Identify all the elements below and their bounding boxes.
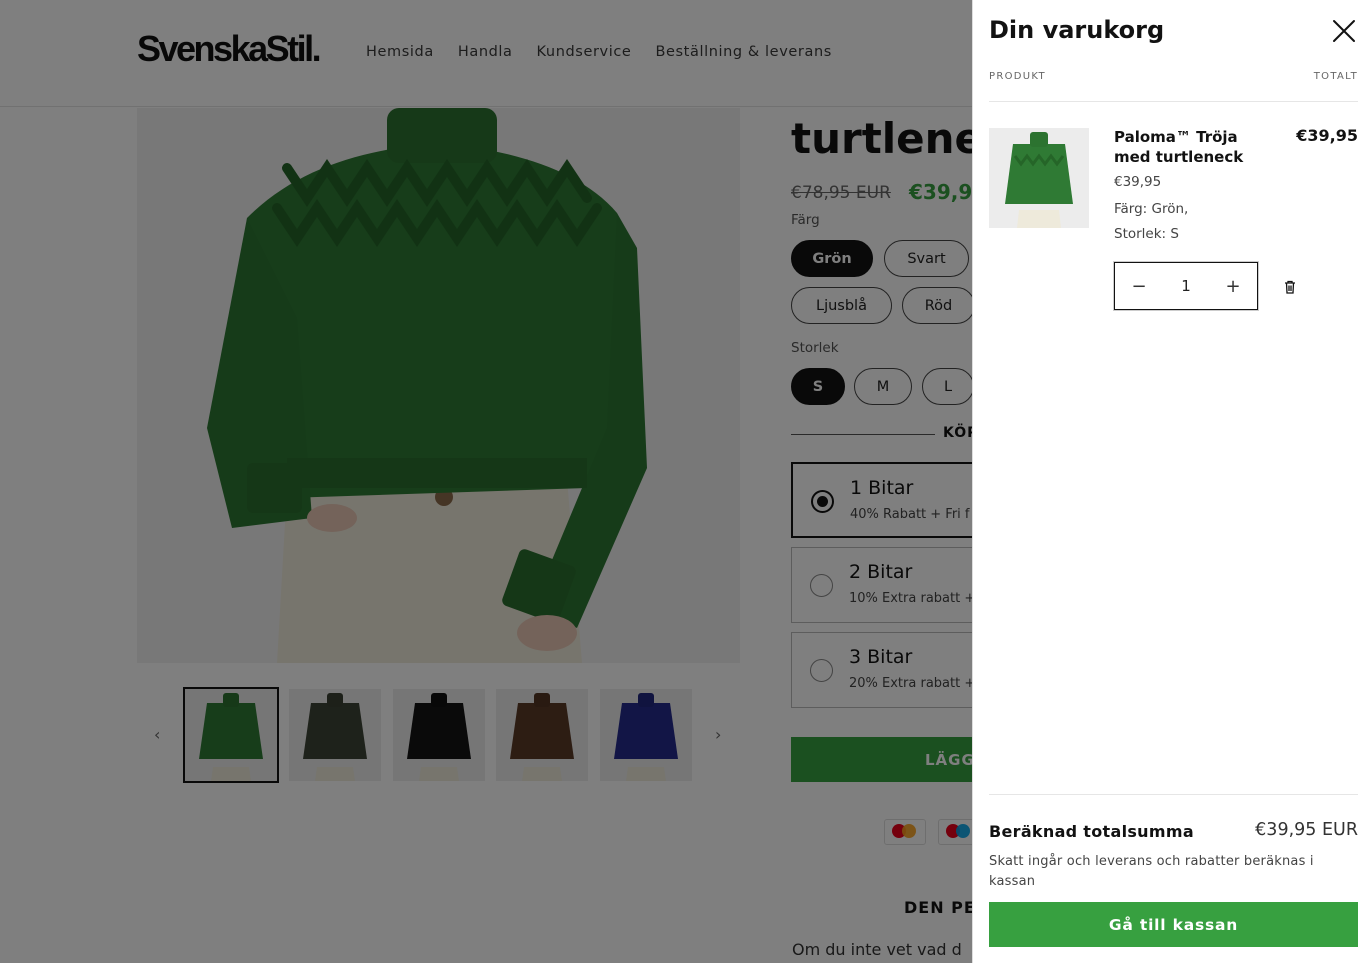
- cart-drawer: Din varukorg PRODUKT TOTALT Paloma™ Tröj…: [972, 0, 1372, 963]
- cart-item-image[interactable]: [989, 128, 1089, 228]
- cart-item-size: Storlek: S: [1114, 226, 1179, 242]
- close-icon[interactable]: [1329, 16, 1359, 46]
- divider: [989, 101, 1358, 102]
- cart-item-total: €39,95: [1296, 126, 1358, 145]
- cart-item-price: €39,95: [1114, 174, 1162, 190]
- quantity-decrease-button[interactable]: −: [1115, 276, 1163, 297]
- quantity-input[interactable]: 1: [1163, 277, 1209, 295]
- subtotal-value: €39,95 EUR: [1255, 820, 1358, 840]
- subtotal-label: Beräknad totalsumma: [989, 822, 1194, 841]
- cart-title: Din varukorg: [989, 16, 1165, 44]
- cart-column-headers: PRODUKT TOTALT: [989, 71, 1358, 82]
- quantity-increase-button[interactable]: +: [1209, 276, 1257, 297]
- checkout-button[interactable]: Gå till kassan: [989, 902, 1358, 947]
- column-total: TOTALT: [1313, 71, 1358, 82]
- trash-icon[interactable]: [1282, 279, 1298, 295]
- divider: [989, 794, 1358, 795]
- column-product: PRODUKT: [989, 71, 1046, 82]
- quantity-stepper: − 1 +: [1114, 262, 1258, 310]
- cart-item-name[interactable]: Paloma™ Tröja med turtleneck: [1114, 127, 1264, 167]
- cart-item-color: Färg: Grön,: [1114, 201, 1189, 217]
- tax-note: Skatt ingår och leverans och rabatter be…: [989, 854, 1314, 889]
